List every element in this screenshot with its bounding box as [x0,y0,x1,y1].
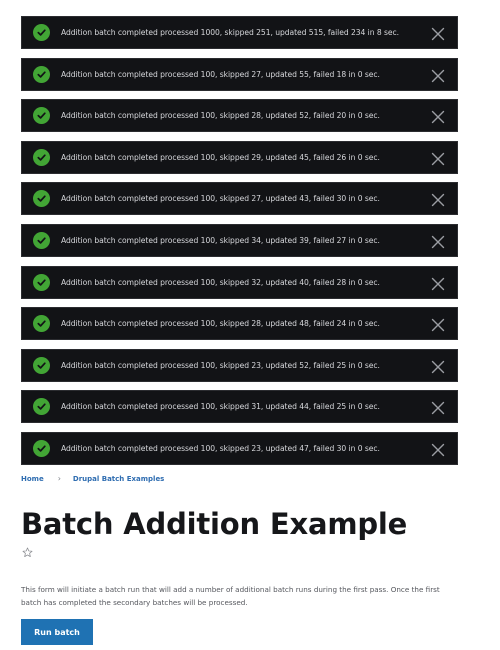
check-circle-icon [33,190,50,208]
check-circle-icon [33,439,50,457]
status-message-text: Addition batch completed processed 100, … [61,69,380,79]
status-message-text: Addition batch completed processed 100, … [61,194,380,204]
check-circle-icon [33,398,50,416]
check-circle-icon [33,356,50,374]
close-icon[interactable] [431,317,445,332]
status-message-text: Addition batch completed processed 100, … [61,402,380,412]
close-icon[interactable] [431,109,445,124]
status-message-text: Addition batch completed processed 1000,… [61,28,400,37]
check-circle-icon [33,231,50,249]
check-circle-icon [33,107,50,125]
breadcrumb: Home › Drupal Batch Examples [21,474,164,483]
check-circle-icon [33,65,50,83]
status-message: Addition batch completed processed 100, … [21,182,458,216]
breadcrumb-drupal-batch-examples-link[interactable]: Drupal Batch Examples [73,475,164,483]
status-message-text: Addition batch completed processed 100, … [61,235,380,245]
check-circle-icon [33,315,50,333]
check-circle-icon [33,24,50,41]
run-batch-button[interactable]: Run batch [21,619,93,645]
status-message: Addition batch completed processed 100, … [21,57,458,91]
status-message-text: Addition batch completed processed 100, … [61,152,380,162]
close-icon[interactable] [431,68,445,82]
close-icon[interactable] [431,400,445,415]
status-message-text: Addition batch completed processed 100, … [61,360,380,370]
star-outline-icon[interactable] [22,543,33,557]
status-message-text: Addition batch completed processed 100, … [61,277,380,287]
status-message: Addition batch completed processed 100, … [21,140,458,174]
close-icon[interactable] [431,151,445,165]
check-circle-icon [33,273,50,291]
status-messages: Addition batch completed processed 1000,… [21,16,458,474]
breadcrumb-separator: › [57,474,61,483]
status-message: Addition batch completed processed 1000,… [21,16,458,49]
close-icon[interactable] [431,276,445,290]
check-circle-icon [33,148,50,166]
status-message-text: Addition batch completed processed 100, … [61,111,380,121]
status-message: Addition batch completed processed 100, … [21,348,458,382]
form-description: This form will initiate a batch run that… [21,585,440,607]
status-message: Addition batch completed processed 100, … [21,99,458,133]
page-title: Batch Addition Example [21,507,408,541]
status-message: Addition batch completed processed 100, … [21,307,458,341]
close-icon[interactable] [431,442,445,457]
close-icon[interactable] [431,192,445,207]
status-message: Addition batch completed processed 100, … [21,223,458,257]
status-message: Addition batch completed processed 100, … [21,431,458,465]
status-message-text: Addition batch completed processed 100, … [61,319,380,329]
status-message: Addition batch completed processed 100, … [21,265,458,299]
close-icon[interactable] [431,234,445,249]
status-message-text: Addition batch completed processed 100, … [61,443,380,453]
close-icon[interactable] [431,359,445,373]
status-message: Addition batch completed processed 100, … [21,390,458,424]
close-icon[interactable] [431,26,445,41]
breadcrumb-home-link[interactable]: Home [21,475,44,483]
